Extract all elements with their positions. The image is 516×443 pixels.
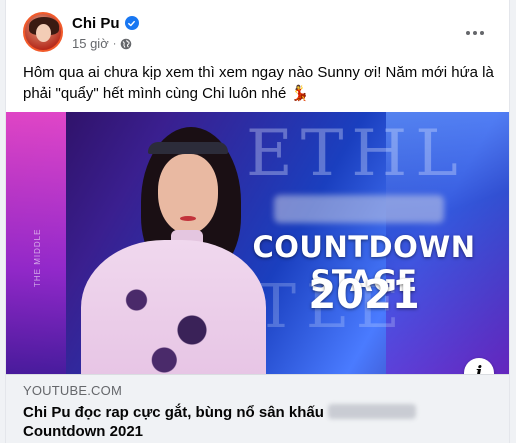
link-title-line2: Countdown 2021 [23,423,144,440]
dot-icon [466,31,470,35]
link-title[interactable]: Chi Pu đọc rap cực gắt, bùng nổ sân khấu… [23,403,493,441]
more-options-button[interactable] [457,19,493,47]
meta-separator: · [112,37,117,50]
link-preview[interactable]: YOUTUBE.COM Chi Pu đọc rap cực gắt, bùng… [6,374,509,443]
performer-headband [148,142,228,154]
blurred-logo [274,195,444,223]
globe-icon [121,38,132,49]
post-text: Hôm qua ai chưa kịp xem thì xem ngay nào… [23,64,494,102]
blurred-text [327,404,416,419]
side-decoration: THE MIDDLE [33,228,42,287]
performer-face [158,154,218,234]
author-row: Chi Pu [72,13,139,33]
performer-lips [180,216,196,221]
link-title-line1: Chi Pu đọc rap cực gắt, bùng nổ sân khấu [23,404,324,421]
verified-badge-icon [124,16,139,30]
video-thumbnail[interactable]: ETHL TLE THE MIDDLE COUNTDOWN STAGE 2021… [6,112,509,374]
author-name[interactable]: Chi Pu [72,15,120,32]
post-timestamp[interactable]: 15 giờ [72,36,109,51]
dot-icon [480,31,484,35]
link-domain: YOUTUBE.COM [23,383,122,398]
dot-icon [473,31,477,35]
stage-year: 2021 [308,272,420,318]
post-meta: 15 giờ · [72,36,132,51]
author-avatar[interactable] [23,12,63,52]
post-card: Chi Pu 15 giờ · Hôm qua ai chưa kịp xem … [5,0,510,443]
